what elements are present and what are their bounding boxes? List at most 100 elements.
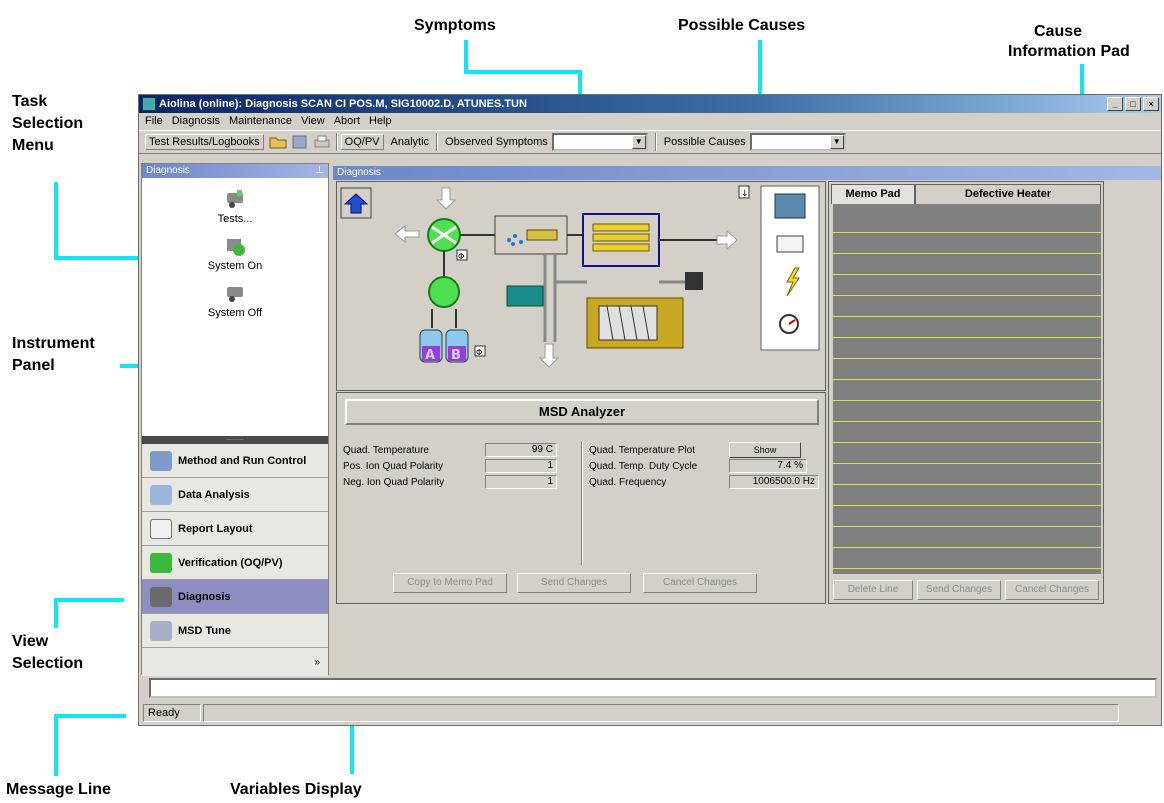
analytic-label[interactable]: Analytic	[391, 136, 430, 148]
view-selection: ......... Method and Run Control Data An…	[142, 435, 328, 678]
show-plot-button[interactable]: Show	[729, 442, 801, 458]
annotation-task-1: Task	[12, 93, 48, 110]
foreline-icon	[506, 285, 544, 307]
menu-view[interactable]: View	[301, 115, 325, 127]
var-label: Neg. Ion Quad Polarity	[343, 477, 445, 488]
pump-icon	[428, 276, 460, 308]
view-verification[interactable]: Verification (OQ/PV)	[142, 546, 328, 580]
app-icon	[142, 97, 156, 111]
var-label: Quad. Frequency	[589, 477, 667, 488]
annotation-task-3: Menu	[12, 137, 54, 154]
menu-diagnosis[interactable]: Diagnosis	[172, 115, 220, 127]
task-pane-header: Diagnosis ⊥	[142, 164, 328, 178]
var-label: Quad. Temp. Duty Cycle	[589, 461, 698, 472]
annotation-instrument-2: Panel	[12, 357, 55, 374]
outlet-arrow-icon	[435, 187, 457, 210]
view-method-run-control[interactable]: Method and Run Control	[142, 444, 328, 478]
task-label: System On	[207, 260, 263, 272]
menu-abort[interactable]: Abort	[334, 115, 360, 127]
send-changes-button[interactable]: Send Changes	[517, 573, 631, 593]
folder-open-icon[interactable]	[269, 134, 287, 150]
window-title: Aiolina (online): Diagnosis SCAN CI POS.…	[159, 98, 527, 110]
instrument-diagram: Φ A B Φ ↓	[340, 185, 820, 368]
status-bar: Ready	[139, 676, 1161, 725]
close-button[interactable]: ×	[1143, 97, 1159, 111]
task-label: System Off	[207, 307, 263, 319]
splitter-grip[interactable]: .........	[142, 435, 328, 444]
view-msd-tune[interactable]: MSD Tune	[142, 614, 328, 648]
tests-icon	[227, 190, 243, 208]
toolbar-separator	[335, 133, 338, 151]
menu-maintenance[interactable]: Maintenance	[229, 115, 292, 127]
task-system-on[interactable]: System On	[142, 235, 328, 272]
oqpv-button[interactable]: OQ/PV	[340, 134, 384, 150]
task-label: Tests...	[217, 213, 253, 225]
var-value: 99 C	[485, 443, 557, 457]
logbook-icon	[774, 193, 806, 219]
task-pane: Diagnosis ⊥ Tests... System On System Of…	[141, 163, 329, 678]
view-label: MSD Tune	[178, 624, 231, 637]
memo-cancel-changes-button[interactable]: Cancel Changes	[1005, 580, 1099, 600]
menu-help[interactable]: Help	[369, 115, 392, 127]
annotation-view-1: View	[12, 633, 49, 650]
callout-line	[54, 714, 126, 718]
view-label: Data Analysis	[178, 488, 250, 501]
system-off-icon	[227, 287, 243, 302]
annotation-cause-info-1: Cause	[1034, 23, 1083, 40]
observed-symptoms-label: Observed Symptoms	[445, 136, 548, 148]
svg-text:Φ: Φ	[476, 348, 482, 357]
annotation-instrument-1: Instrument	[12, 335, 95, 352]
var-value: 1006500.0 Hz	[729, 475, 819, 489]
message-line	[149, 678, 1157, 698]
toolbar-separator	[654, 133, 657, 151]
more-views-button[interactable]: »	[142, 648, 328, 678]
divider	[581, 441, 583, 565]
diagnosis-header: Diagnosis	[333, 166, 1161, 180]
task-system-off[interactable]: System Off	[142, 282, 328, 319]
save-icon[interactable]	[291, 134, 309, 150]
method-icon	[150, 450, 172, 471]
manual-icon	[776, 235, 804, 253]
chevron-down-icon[interactable]: ▼	[829, 135, 844, 149]
view-report-layout[interactable]: Report Layout	[142, 512, 328, 546]
analyzer-title: MSD Analyzer	[345, 399, 819, 425]
possible-causes-dropdown[interactable]: ▼	[749, 133, 846, 151]
chevron-down-icon[interactable]: ▼	[631, 135, 646, 149]
print-icon[interactable]	[313, 134, 331, 150]
var-value: 1	[485, 475, 557, 489]
memo-send-changes-button[interactable]: Send Changes	[917, 580, 1001, 600]
menu-file[interactable]: File	[145, 115, 163, 127]
test-results-button[interactable]: Test Results/Logbooks	[145, 134, 264, 150]
possible-causes-label: Possible Causes	[663, 136, 746, 148]
memo-text-area[interactable]	[833, 204, 1101, 574]
tab-defective-heater[interactable]: Defective Heater	[915, 184, 1101, 204]
callout-line	[464, 70, 580, 74]
status-pane	[203, 704, 1119, 722]
diagnosis-icon	[150, 586, 172, 607]
callout-line	[54, 598, 58, 628]
pin-icon[interactable]: ⊥	[315, 164, 324, 178]
tab-memo-pad[interactable]: Memo Pad	[831, 184, 915, 204]
view-diagnosis[interactable]: Diagnosis	[142, 580, 328, 614]
view-label: Diagnosis	[178, 590, 231, 603]
svg-text:↓: ↓	[741, 189, 749, 199]
cancel-changes-button[interactable]: Cancel Changes	[643, 573, 757, 593]
verification-icon	[150, 552, 172, 573]
minimize-button[interactable]: _	[1107, 97, 1123, 111]
toolbar-separator	[436, 133, 439, 151]
view-data-analysis[interactable]: Data Analysis	[142, 478, 328, 512]
task-tests[interactable]: Tests...	[142, 188, 328, 225]
toolbar: Test Results/Logbooks OQ/PV Analytic Obs…	[139, 130, 1161, 154]
report-icon	[150, 518, 172, 539]
maximize-button[interactable]: □	[1125, 97, 1141, 111]
copy-to-memo-button[interactable]: Copy to Memo Pad	[393, 573, 507, 593]
svg-text:B: B	[451, 348, 461, 363]
right-arrow-icon	[716, 229, 738, 251]
annotation-symptoms: Symptoms	[414, 17, 496, 34]
symptoms-dropdown[interactable]: ▼	[551, 133, 648, 151]
annotation-view-2: Selection	[12, 655, 84, 672]
title-bar: Aiolina (online): Diagnosis SCAN CI POS.…	[139, 95, 1161, 113]
annotation-cause-info-2: Information Pad	[1008, 43, 1130, 60]
task-pane-title: Diagnosis	[146, 165, 190, 176]
delete-line-button[interactable]: Delete Line	[833, 580, 913, 600]
